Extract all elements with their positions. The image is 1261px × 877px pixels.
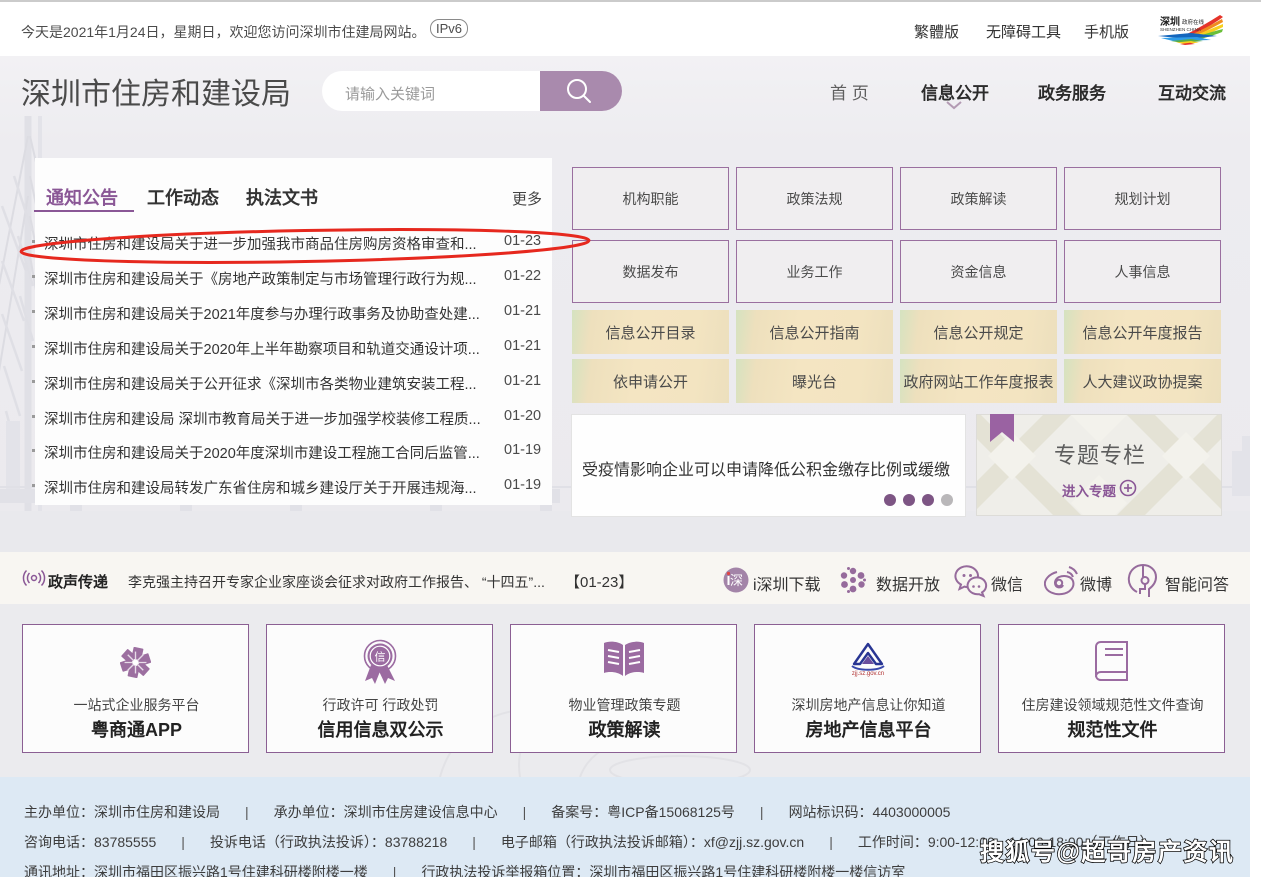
svg-text:zjj.sz.gov.cn: zjj.sz.gov.cn [852,671,884,677]
svg-text:SHENZHEN CHINA: SHENZHEN CHINA [1160,27,1202,32]
svg-text:政府在线: 政府在线 [1182,18,1205,26]
svg-text:信: 信 [375,651,386,664]
svg-text:深: 深 [730,573,743,588]
